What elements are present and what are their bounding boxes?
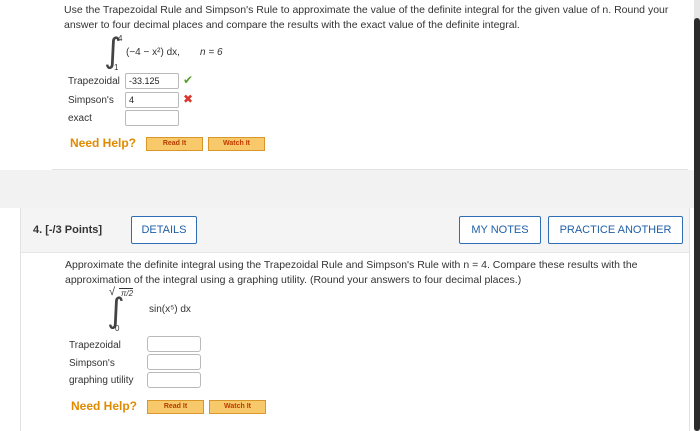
simpsons-answer-input[interactable]: 4	[125, 92, 179, 108]
need-help-label: Need Help?	[71, 399, 138, 413]
details-button[interactable]: DETAILS	[131, 216, 197, 244]
integral-lower-limit: 1	[114, 63, 119, 72]
watch-it-button[interactable]: Watch It	[209, 400, 266, 414]
question-3-card: Use the Trapezoidal Rule and Simpson's R…	[52, 0, 688, 170]
practice-another-button[interactable]: PRACTICE ANOTHER	[548, 216, 683, 244]
simpsons-label: Simpson's	[69, 358, 115, 369]
trapezoidal-label: Trapezoidal	[68, 76, 120, 87]
n-value: n = 6	[200, 47, 223, 58]
integral-sign: ∫	[107, 291, 125, 331]
definite-integral: ∫ 4 1 (−4 − x²) dx, n = 6	[104, 34, 304, 74]
page-scrollbar[interactable]	[694, 0, 700, 431]
graphing-utility-label: graphing utility	[69, 375, 134, 386]
simpsons-answer-input[interactable]	[147, 354, 201, 370]
question-number: 4. [-/3 Points]	[33, 224, 103, 236]
integral-lower-limit: 0	[115, 324, 120, 333]
trapezoidal-answer-input[interactable]	[147, 336, 201, 352]
integral-upper-limit: 4	[118, 34, 123, 43]
need-help-label: Need Help?	[70, 136, 137, 150]
read-it-button[interactable]: Read It	[147, 400, 204, 414]
integrand: (−4 − x²) dx,	[126, 47, 180, 58]
graphing-utility-answer-input[interactable]	[147, 372, 201, 388]
exact-answer-input[interactable]	[125, 110, 179, 126]
question-header: 4. [-/3 Points] DETAILS MY NOTES PRACTIC…	[21, 208, 689, 253]
question-separator	[0, 170, 694, 208]
my-notes-button[interactable]: MY NOTES	[459, 216, 541, 244]
watch-it-button[interactable]: Watch It	[208, 137, 265, 151]
scrollbar-thumb[interactable]	[694, 18, 700, 431]
read-it-button[interactable]: Read It	[146, 137, 203, 151]
question-instructions: Use the Trapezoidal Rule and Simpson's R…	[64, 4, 669, 31]
check-icon: ✔	[183, 73, 194, 87]
definite-integral: ∫ √ π/2 0 sin(x⁵) dx	[107, 286, 307, 336]
sqrt-symbol: √	[109, 286, 116, 298]
question-4-card: 4. [-/3 Points] DETAILS MY NOTES PRACTIC…	[20, 208, 690, 431]
exact-label: exact	[68, 113, 92, 124]
simpsons-label: Simpson's	[68, 95, 114, 106]
trapezoidal-label: Trapezoidal	[69, 340, 121, 351]
integral-upper-limit: √ π/2	[109, 286, 134, 298]
question-instructions: Approximate the definite integral using …	[65, 259, 638, 286]
cross-icon: ✖	[183, 92, 194, 106]
trapezoidal-answer-input[interactable]: -33.125	[125, 73, 179, 89]
upper-limit-value: π/2	[121, 289, 134, 298]
integrand: sin(x⁵) dx	[149, 304, 191, 315]
